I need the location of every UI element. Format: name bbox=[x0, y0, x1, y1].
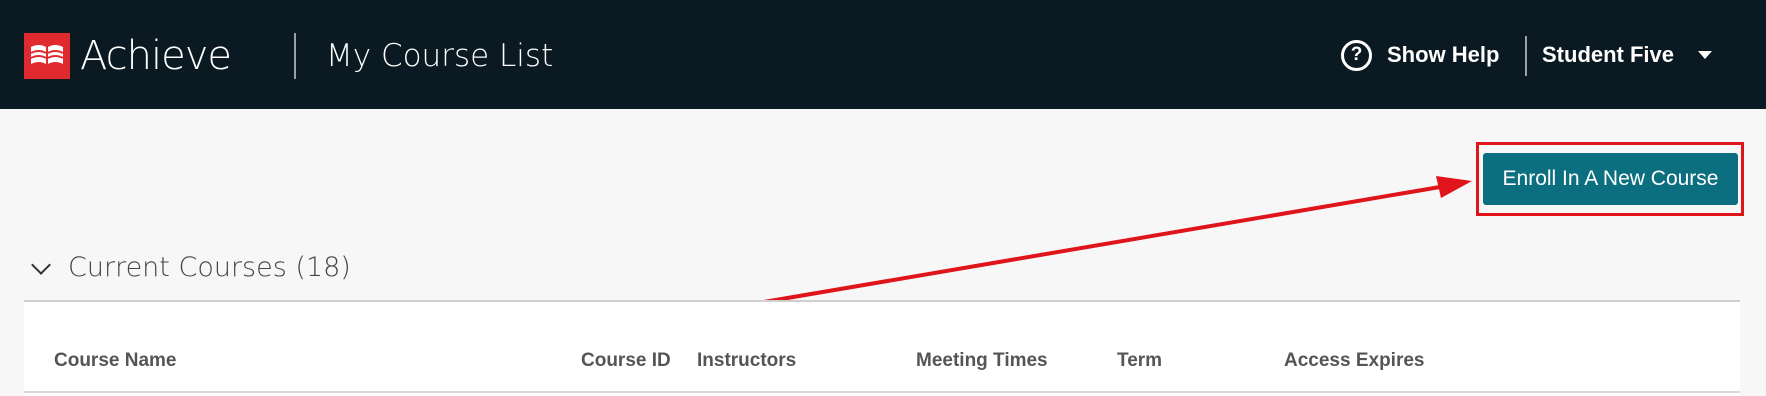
column-header-course-id[interactable]: Course ID bbox=[581, 350, 671, 372]
column-header-term[interactable]: Term bbox=[1117, 350, 1162, 372]
courses-table: Course Name Course ID Instructors Meetin… bbox=[24, 300, 1740, 396]
column-header-meeting-times[interactable]: Meeting Times bbox=[916, 350, 1048, 372]
column-header-access-expires[interactable]: Access Expires bbox=[1284, 350, 1425, 372]
current-courses-header[interactable]: Current Courses (18) bbox=[31, 252, 351, 283]
chevron-down-icon[interactable] bbox=[31, 254, 51, 275]
table-divider bbox=[24, 391, 1740, 393]
column-header-instructors[interactable]: Instructors bbox=[697, 350, 796, 372]
column-header-course-name[interactable]: Course Name bbox=[54, 350, 177, 372]
section-title: Current Courses (18) bbox=[68, 252, 351, 283]
